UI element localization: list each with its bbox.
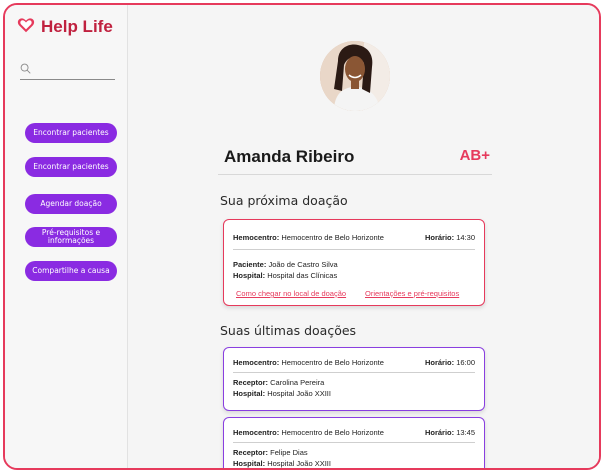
- patient-line: Paciente: João de Castro Silva: [233, 260, 338, 269]
- card-divider: [233, 249, 475, 250]
- time-line: Horário: 16:00: [424, 358, 475, 367]
- search-input[interactable]: [20, 63, 115, 80]
- sidebar-item-label: Compartilhe a causa: [32, 266, 110, 275]
- sidebar: Help Life Encontrar pacientes Encontrar …: [5, 5, 128, 468]
- hospital-line: Hospital: Hospital João XXIII: [233, 459, 331, 468]
- logo[interactable]: Help Life: [17, 17, 113, 37]
- receptor-line: Receptor: Felipe Dias: [233, 448, 308, 457]
- sidebar-item-agendar-doacao[interactable]: Agendar doação: [25, 194, 117, 214]
- time-line: Horário: 13:45: [424, 428, 475, 437]
- profile-name: Amanda Ribeiro: [224, 147, 355, 166]
- avatar: [320, 41, 390, 111]
- card-divider: [233, 372, 475, 373]
- hospital-line: Hospital: Hospital João XXIII: [233, 389, 331, 398]
- next-donation-card: Hemocentro: Hemocentro de Belo Horizonte…: [223, 219, 485, 306]
- sidebar-item-pre-requisitos[interactable]: Pré-requisitos e informações: [25, 227, 117, 247]
- card-divider: [233, 442, 475, 443]
- divider: [218, 174, 492, 175]
- next-donation-title: Sua próxima doação: [220, 193, 348, 208]
- heart-icon: [17, 17, 35, 37]
- past-donations-title: Suas últimas doações: [220, 323, 357, 338]
- logo-text: Help Life: [41, 17, 113, 36]
- app-frame: Help Life Encontrar pacientes Encontrar …: [3, 3, 601, 470]
- sidebar-item-label: Pré-requisitos e informações: [41, 228, 101, 245]
- main-content: Amanda Ribeiro AB+ Sua próxima doação He…: [128, 5, 599, 468]
- sidebar-item-encontrar-pacientes[interactable]: Encontrar pacientes: [25, 123, 117, 143]
- blood-type-badge: AB+: [459, 147, 490, 164]
- sidebar-item-label: Encontrar pacientes: [33, 128, 109, 137]
- guidance-link[interactable]: Orientações e pré-requisitos: [365, 289, 459, 298]
- receptor-line: Receptor: Carolina Pereira: [233, 378, 325, 387]
- directions-link[interactable]: Como chegar no local de doação: [236, 289, 346, 298]
- sidebar-item-label: Agendar doação: [40, 199, 102, 208]
- time-line: Horário: 14:30: [424, 233, 475, 242]
- sidebar-item-encontrar-pacientes-2[interactable]: Encontrar pacientes: [25, 157, 117, 177]
- profile-header: Amanda Ribeiro AB+: [224, 147, 490, 171]
- past-donation-card: Hemocentro: Hemocentro de Belo Horizonte…: [223, 347, 485, 411]
- sidebar-item-label: Encontrar pacientes: [33, 162, 109, 171]
- hospital-line: Hospital: Hospital das Clínicas: [233, 271, 338, 280]
- past-donation-card: Hemocentro: Hemocentro de Belo Horizonte…: [223, 417, 485, 468]
- sidebar-item-compartilhe[interactable]: Compartilhe a causa: [25, 261, 117, 281]
